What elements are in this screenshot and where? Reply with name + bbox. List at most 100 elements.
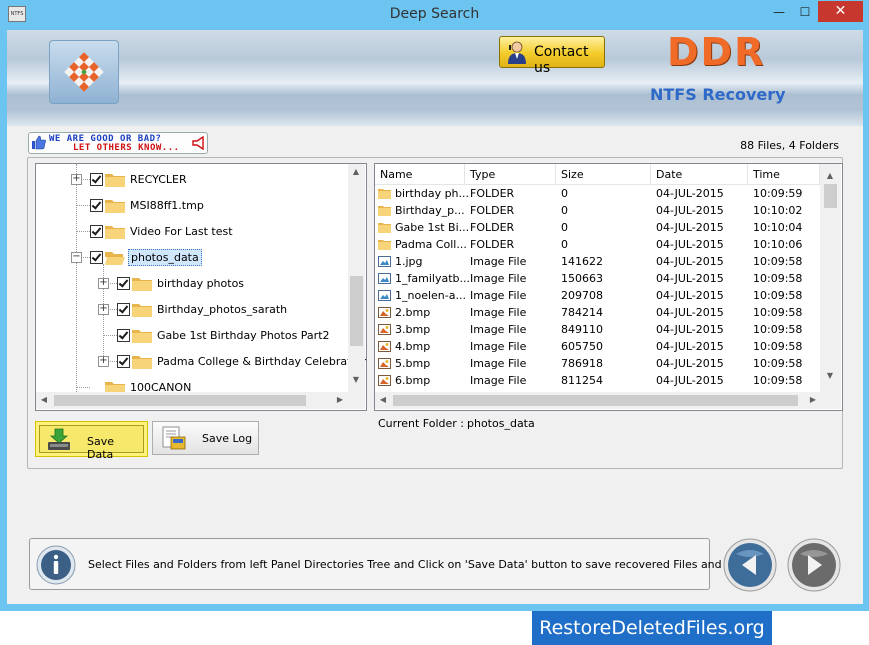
directory-tree[interactable]: + RECYCLER MSI88ff1.tmp Video For Last t… bbox=[35, 163, 367, 411]
list-row[interactable]: 2.bmp Image File 784214 04-JUL-2015 10:09:58 bbox=[375, 304, 820, 321]
cell-type: Image File bbox=[470, 289, 527, 302]
scroll-down-icon[interactable]: ▼ bbox=[822, 368, 838, 384]
title-bar[interactable]: NTFS Deep Search — ☐ ✕ bbox=[0, 0, 869, 30]
cell-time: 10:09:58 bbox=[753, 374, 803, 387]
minimize-button[interactable]: — bbox=[766, 3, 792, 23]
cell-time: 10:10:04 bbox=[753, 221, 803, 234]
list-row[interactable]: 1_noelen-a... Image File 209708 04-JUL-2015… bbox=[375, 287, 820, 304]
tree-vscroll-thumb[interactable] bbox=[350, 276, 363, 346]
back-arrow-button[interactable] bbox=[723, 538, 777, 592]
cell-date: 04-JUL-2015 bbox=[656, 306, 724, 319]
tree-item-label[interactable]: RECYCLER bbox=[130, 173, 187, 186]
tree-checkbox[interactable] bbox=[117, 303, 130, 316]
bitmap-file-icon bbox=[378, 307, 391, 318]
cell-type: Image File bbox=[470, 255, 527, 268]
contact-us-label: Contact us bbox=[534, 44, 589, 76]
thumbs-up-icon bbox=[32, 135, 46, 150]
cell-size: 209708 bbox=[561, 289, 603, 302]
tree-branch bbox=[76, 205, 90, 206]
cell-time: 10:09:59 bbox=[753, 187, 803, 200]
tree-checkbox[interactable] bbox=[90, 199, 103, 212]
scroll-up-icon[interactable]: ▲ bbox=[822, 168, 838, 184]
tree-item-label[interactable]: Padma College & Birthday Celebration P bbox=[157, 355, 366, 368]
tree-checkbox[interactable] bbox=[90, 173, 103, 186]
save-download-icon bbox=[48, 428, 70, 450]
tree-guide-line bbox=[76, 164, 77, 400]
folder-icon bbox=[378, 189, 391, 199]
open-folder-icon bbox=[105, 252, 125, 265]
feedback-line-2: LET OTHERS KNOW... bbox=[73, 143, 180, 153]
tree-checkbox[interactable] bbox=[90, 225, 103, 238]
list-row[interactable]: birthday ph... FOLDER 0 04-JUL-2015 10:09:59 bbox=[375, 185, 820, 202]
tree-item-label-selected[interactable]: photos_data bbox=[128, 249, 202, 266]
list-vscroll-thumb[interactable] bbox=[824, 184, 837, 208]
cell-type: Image File bbox=[470, 306, 527, 319]
list-row[interactable]: Gabe 1st Bi... FOLDER 0 04-JUL-2015 10:10:04 bbox=[375, 219, 820, 236]
scroll-right-icon[interactable]: ▶ bbox=[332, 392, 348, 408]
feedback-banner[interactable]: WE ARE GOOD OR BAD? LET OTHERS KNOW... bbox=[28, 132, 208, 154]
tree-item-label[interactable]: birthday photos bbox=[157, 277, 244, 290]
column-header-time[interactable]: Time bbox=[748, 164, 820, 184]
header-banner: Contact us DDR NTFS Recovery bbox=[7, 30, 863, 126]
contact-us-button[interactable]: Contact us bbox=[499, 36, 605, 76]
list-row[interactable]: Birthday_p... FOLDER 0 04-JUL-2015 10:10:02 bbox=[375, 202, 820, 219]
bitmap-file-icon bbox=[378, 358, 391, 369]
folder-icon bbox=[378, 240, 391, 250]
scroll-up-icon[interactable]: ▲ bbox=[348, 164, 364, 180]
cell-time: 10:10:02 bbox=[753, 204, 803, 217]
tree-item-label[interactable]: MSI88ff1.tmp bbox=[130, 199, 204, 212]
forward-arrow-button[interactable] bbox=[787, 538, 841, 592]
list-row[interactable]: 3.bmp Image File 849110 04-JUL-2015 10:09:58 bbox=[375, 321, 820, 338]
list-row[interactable]: 5.bmp Image File 786918 04-JUL-2015 10:09:58 bbox=[375, 355, 820, 372]
file-list[interactable]: Name Type Size Date Time birthday ph... F… bbox=[374, 163, 843, 411]
list-row[interactable]: 6.bmp Image File 811254 04-JUL-2015 10:09:58 bbox=[375, 372, 820, 389]
scroll-left-icon[interactable]: ◀ bbox=[375, 392, 391, 408]
cell-size: 150663 bbox=[561, 272, 603, 285]
tree-item-label[interactable]: Birthday_photos_sarath bbox=[157, 303, 287, 316]
tree-checkbox[interactable] bbox=[117, 355, 130, 368]
column-header-type[interactable]: Type bbox=[465, 164, 556, 184]
tree-expand-icon[interactable]: + bbox=[98, 356, 109, 367]
save-data-button[interactable]: Save Data bbox=[35, 421, 148, 461]
close-button[interactable]: ✕ bbox=[818, 1, 863, 22]
tree-expand-icon[interactable]: + bbox=[98, 278, 109, 289]
bitmap-file-icon bbox=[378, 375, 391, 386]
list-row[interactable]: 4.bmp Image File 605750 04-JUL-2015 10:09:58 bbox=[375, 338, 820, 355]
tree-vertical-scrollbar[interactable]: ▲ ▼ bbox=[348, 164, 365, 392]
cell-size: 849110 bbox=[561, 323, 603, 336]
cell-size: 811254 bbox=[561, 374, 603, 387]
save-log-icon bbox=[162, 426, 186, 450]
status-message: Select Files and Folders from left Panel… bbox=[88, 558, 769, 571]
cell-date: 04-JUL-2015 bbox=[656, 272, 724, 285]
tree-checkbox[interactable] bbox=[117, 277, 130, 290]
list-horizontal-scrollbar[interactable]: ◀ ▶ bbox=[375, 392, 841, 409]
tree-expand-icon[interactable]: + bbox=[98, 304, 109, 315]
tree-item-label[interactable]: Video For Last test bbox=[130, 225, 233, 238]
list-vertical-scrollbar[interactable]: ▲ ▼ bbox=[820, 164, 841, 392]
maximize-button[interactable]: ☐ bbox=[792, 3, 818, 23]
column-header-date[interactable]: Date bbox=[651, 164, 748, 184]
list-hscroll-thumb[interactable] bbox=[393, 395, 798, 406]
scroll-right-icon[interactable]: ▶ bbox=[805, 392, 821, 408]
list-row[interactable]: 1_familyatb... Image File 150663 04-JUL-201… bbox=[375, 270, 820, 287]
tree-expand-icon[interactable]: + bbox=[71, 174, 82, 185]
tree-hscroll-thumb[interactable] bbox=[54, 395, 306, 406]
save-log-button[interactable]: Save Log bbox=[152, 421, 259, 455]
cell-date: 04-JUL-2015 bbox=[656, 374, 724, 387]
scroll-left-icon[interactable]: ◀ bbox=[36, 392, 52, 408]
tree-horizontal-scrollbar[interactable]: ◀ ▶ bbox=[36, 392, 365, 409]
tree-collapse-icon[interactable]: − bbox=[71, 252, 82, 263]
column-header-name[interactable]: Name bbox=[375, 164, 465, 184]
tree-checkbox[interactable] bbox=[90, 251, 103, 264]
tree-item-label[interactable]: Gabe 1st Birthday Photos Part2 bbox=[157, 329, 330, 342]
cell-type: FOLDER bbox=[470, 187, 515, 200]
list-row[interactable]: Padma Coll... FOLDER 0 04-JUL-2015 10:10:06 bbox=[375, 236, 820, 253]
save-log-label: Save Log bbox=[202, 432, 253, 445]
file-folder-count: 88 Files, 4 Folders bbox=[740, 139, 839, 152]
cell-size: 786918 bbox=[561, 357, 603, 370]
column-header-size[interactable]: Size bbox=[556, 164, 651, 184]
folder-icon bbox=[105, 200, 125, 213]
list-row[interactable]: 1.jpg Image File 141622 04-JUL-2015 10:09:58 bbox=[375, 253, 820, 270]
tree-checkbox[interactable] bbox=[117, 329, 130, 342]
scroll-down-icon[interactable]: ▼ bbox=[348, 372, 364, 388]
